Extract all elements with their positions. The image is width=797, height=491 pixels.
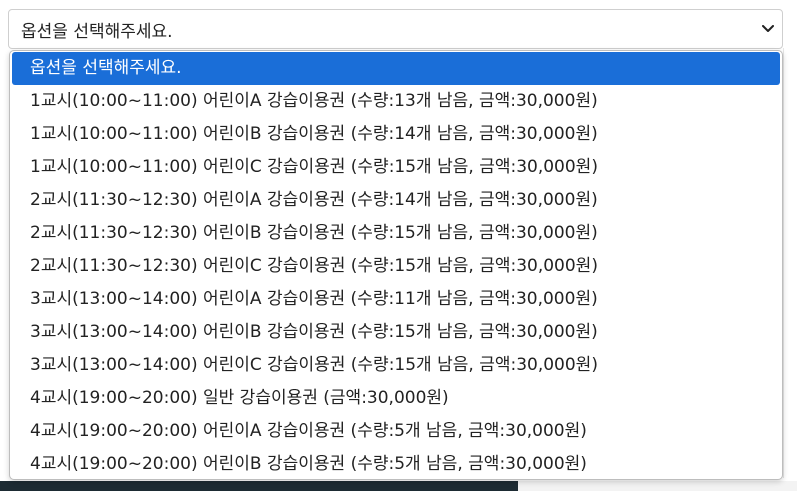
option-item[interactable]: 1교시(10:00~11:00) 어린이C 강습이용권 (수량:15개 남음, …: [10, 151, 782, 184]
chevron-down-icon[interactable]: [754, 19, 782, 39]
option-item[interactable]: 3교시(13:00~14:00) 어린이B 강습이용권 (수량:15개 남음, …: [10, 316, 782, 349]
option-item[interactable]: 옵션을 선택해주세요.: [12, 52, 780, 85]
option-item[interactable]: 1교시(10:00~11:00) 어린이B 강습이용권 (수량:14개 남음, …: [10, 118, 782, 151]
background-footer-bar: [0, 481, 518, 491]
select-value: 옵션을 선택해주세요.: [21, 21, 173, 42]
option-item[interactable]: 4교시(19:00~20:00) 어린이A 강습이용권 (수량:5개 남음, 금…: [10, 415, 782, 448]
option-item[interactable]: 4교시(19:00~20:00) 어린이B 강습이용권 (수량:5개 남음, 금…: [10, 448, 782, 479]
page: 옵션을 선택해주세요. 옵션을 선택해주세요. 1교시(10:00~11:00)…: [0, 0, 797, 491]
option-item[interactable]: 1교시(10:00~11:00) 어린이A 강습이용권 (수량:13개 남음, …: [10, 85, 782, 118]
option-item[interactable]: 2교시(11:30~12:30) 어린이A 강습이용권 (수량:14개 남음, …: [10, 184, 782, 217]
option-select[interactable]: 옵션을 선택해주세요.: [8, 9, 783, 49]
option-item[interactable]: 2교시(11:30~12:30) 어린이B 강습이용권 (수량:15개 남음, …: [10, 217, 782, 250]
option-item[interactable]: 2교시(11:30~12:30) 어린이C 강습이용권 (수량:15개 남음, …: [10, 250, 782, 283]
option-item[interactable]: 3교시(13:00~14:00) 어린이C 강습이용권 (수량:15개 남음, …: [10, 349, 782, 382]
background-content: [783, 48, 797, 478]
option-item[interactable]: 3교시(13:00~14:00) 어린이A 강습이용권 (수량:11개 남음, …: [10, 283, 782, 316]
option-dropdown-list: 옵션을 선택해주세요. 1교시(10:00~11:00) 어린이A 강습이용권 …: [9, 50, 783, 480]
option-item[interactable]: 4교시(19:00~20:00) 일반 강습이용권 (금액:30,000원): [10, 382, 782, 415]
background-footer-strip: [518, 481, 797, 491]
